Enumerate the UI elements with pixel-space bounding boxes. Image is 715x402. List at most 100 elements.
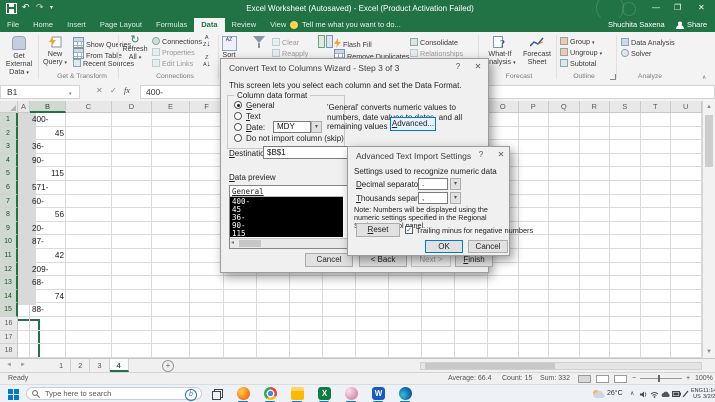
- trailing-minus-checkbox[interactable]: ✓: [405, 226, 413, 234]
- radio-skip-label[interactable]: Do not import column (skip): [246, 134, 344, 143]
- clear-filter-button[interactable]: Clear: [272, 38, 299, 48]
- scroll-down-icon[interactable]: ▼: [703, 346, 715, 358]
- row-header-4[interactable]: 4: [0, 153, 18, 168]
- edge-taskbar-icon[interactable]: [399, 387, 412, 400]
- column-header-C[interactable]: C: [66, 101, 112, 113]
- column-header-T[interactable]: T: [640, 101, 671, 113]
- firefox-taskbar-icon[interactable]: [237, 387, 250, 400]
- thousands-separator-input[interactable]: ,: [418, 192, 448, 204]
- advanced-cancel-button[interactable]: Cancel: [468, 240, 508, 253]
- zoom-in-icon[interactable]: +: [686, 375, 690, 382]
- row-header-12[interactable]: 12: [0, 262, 18, 277]
- undo-icon[interactable]: ↶: [22, 2, 30, 13]
- date-format-select[interactable]: MDY: [273, 121, 311, 133]
- cell-B7[interactable]: 60-: [30, 195, 66, 209]
- column-header-F[interactable]: F: [190, 101, 224, 113]
- cell-B4[interactable]: 90-: [30, 154, 66, 168]
- zoom-slider-thumb[interactable]: [658, 375, 660, 382]
- sheet-tab-1[interactable]: 1: [52, 359, 72, 372]
- row-header-1[interactable]: 1: [0, 113, 18, 127]
- tray-chevron-icon[interactable]: ∧: [630, 385, 634, 402]
- scroll-up-icon[interactable]: ▲: [703, 101, 715, 113]
- collapse-ribbon-icon[interactable]: ∧: [702, 74, 706, 81]
- close-button[interactable]: ✕: [698, 3, 705, 12]
- row-header-5[interactable]: 5: [0, 167, 18, 181]
- volume-icon[interactable]: [640, 391, 648, 398]
- cell-B10[interactable]: 87-: [30, 235, 66, 249]
- cell-B13[interactable]: 68-: [30, 276, 66, 290]
- cell-B11[interactable]: 42: [30, 249, 66, 263]
- ungroup-button[interactable]: Ungroup ▾: [560, 48, 602, 58]
- get-external-data-button[interactable]: Get External Data ▾: [2, 36, 36, 77]
- filter-button[interactable]: [248, 36, 270, 45]
- decimal-separator-input[interactable]: .: [418, 178, 448, 190]
- view-normal-button[interactable]: [578, 375, 591, 383]
- reset-button[interactable]: Reset: [356, 223, 400, 237]
- task-view-icon[interactable]: [212, 389, 223, 400]
- radio-date[interactable]: [234, 123, 242, 131]
- column-header-A[interactable]: A: [18, 101, 30, 113]
- redo-icon[interactable]: ↷: [36, 2, 44, 13]
- row-header-18[interactable]: 18: [0, 344, 18, 358]
- menu-tab-view[interactable]: View: [263, 18, 293, 32]
- menu-tab-data[interactable]: Data: [194, 18, 225, 32]
- advanced-help-icon[interactable]: ?: [474, 150, 488, 159]
- explorer-taskbar-icon[interactable]: [291, 387, 304, 400]
- horizontal-scrollbar[interactable]: [420, 362, 702, 370]
- menu-tab-page-layout[interactable]: Page Layout: [93, 18, 149, 32]
- chrome-taskbar-icon[interactable]: [264, 387, 277, 400]
- zoom-out-icon[interactable]: −: [632, 375, 636, 382]
- from-table-button[interactable]: From Table: [73, 48, 122, 60]
- vertical-scrollbar[interactable]: ▲ ▼: [702, 101, 715, 358]
- radio-text-label[interactable]: Text: [246, 112, 261, 121]
- sheet-tab-4[interactable]: 4: [109, 359, 129, 372]
- tell-me-box[interactable]: Tell me what you want to do...: [302, 18, 401, 32]
- column-header-Q[interactable]: Q: [549, 101, 580, 113]
- weather-icon[interactable]: [592, 389, 605, 399]
- column-header-S[interactable]: S: [610, 101, 641, 113]
- enter-entry-icon[interactable]: ✓: [110, 86, 117, 95]
- sort-button[interactable]: AZ Sort: [216, 35, 242, 59]
- cell-B5[interactable]: 115: [30, 167, 66, 181]
- row-header-16[interactable]: 16: [0, 317, 18, 331]
- properties-button[interactable]: Properties: [152, 48, 195, 58]
- cell-B3[interactable]: 36-: [30, 140, 66, 154]
- share-button[interactable]: Share: [687, 18, 707, 32]
- column-header-E[interactable]: E: [152, 101, 190, 113]
- insert-function-icon[interactable]: fx: [124, 86, 130, 95]
- vertical-scroll-thumb[interactable]: [705, 115, 713, 167]
- view-page-layout-button[interactable]: [596, 375, 609, 383]
- pen-icon[interactable]: [682, 390, 689, 398]
- decimal-separator-dropdown-icon[interactable]: ▾: [450, 178, 461, 190]
- advanced-close-icon[interactable]: ✕: [494, 150, 508, 159]
- row-header-15[interactable]: 15: [0, 303, 18, 317]
- preview-selected-column[interactable]: 400- 45 36- 90- 115: [230, 197, 343, 238]
- cancel-entry-icon[interactable]: ✕: [96, 86, 103, 95]
- sheet-tab-2[interactable]: 2: [71, 359, 91, 372]
- language-indicator[interactable]: ENG US: [691, 388, 703, 402]
- radio-general-label[interactable]: General: [246, 101, 274, 110]
- cell-B6[interactable]: 571-: [30, 181, 66, 195]
- cell-B14[interactable]: 74: [30, 290, 66, 304]
- row-header-6[interactable]: 6: [0, 181, 18, 195]
- battery-icon[interactable]: [672, 391, 681, 397]
- wizard-close-icon[interactable]: ✕: [471, 62, 485, 71]
- preview-scroll-thumb[interactable]: [239, 240, 261, 247]
- zoom-level[interactable]: 100%: [695, 375, 713, 382]
- row-header-10[interactable]: 10: [0, 235, 18, 249]
- horizontal-scroll-thumb[interactable]: [425, 363, 555, 369]
- cell-B12[interactable]: 209-: [30, 263, 66, 277]
- thousands-separator-dropdown-icon[interactable]: ▾: [450, 192, 461, 204]
- maximize-button[interactable]: ❐: [674, 3, 681, 12]
- row-header-11[interactable]: 11: [0, 249, 18, 263]
- forecast-sheet-button[interactable]: Forecast Sheet: [520, 36, 554, 66]
- column-header-D[interactable]: D: [112, 101, 152, 113]
- row-header-13[interactable]: 13: [0, 276, 18, 290]
- view-page-break-button[interactable]: [614, 375, 627, 383]
- onedrive-icon[interactable]: [661, 391, 670, 397]
- network-icon[interactable]: [650, 391, 659, 398]
- radio-skip[interactable]: [234, 134, 242, 142]
- start-button[interactable]: [8, 389, 19, 400]
- advanced-button[interactable]: Advanced...: [390, 117, 436, 131]
- taskbar-search-input[interactable]: Type here to search b: [26, 387, 202, 401]
